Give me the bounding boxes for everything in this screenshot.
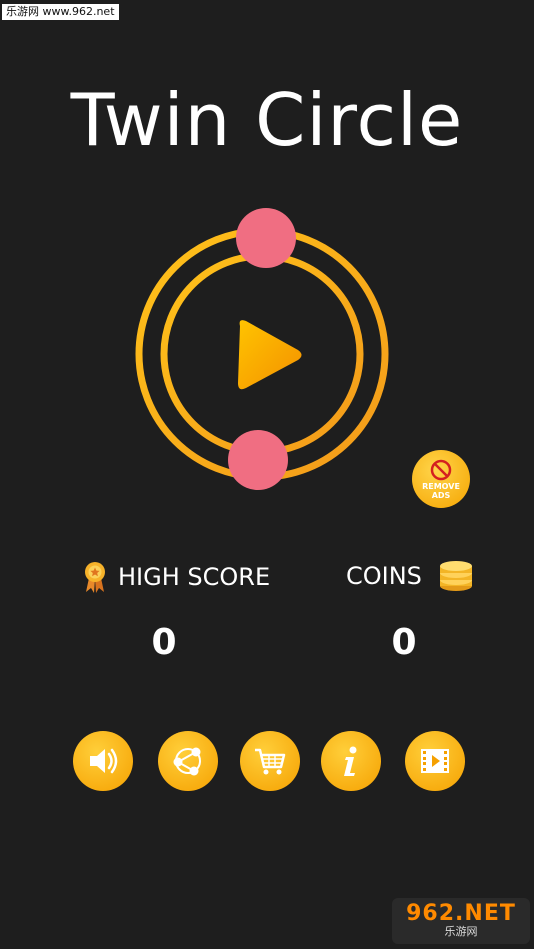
game-title: Twin Circle bbox=[70, 78, 464, 162]
video-button[interactable] bbox=[405, 731, 465, 791]
coins-value: 0 bbox=[391, 622, 417, 663]
cart-icon bbox=[255, 748, 286, 775]
bottom-dot bbox=[228, 430, 288, 490]
sound-button[interactable] bbox=[73, 731, 133, 791]
high-score-label: HIGH SCORE bbox=[118, 563, 271, 591]
coins-label-group: COINS bbox=[346, 560, 474, 592]
coins-stack-icon bbox=[439, 561, 472, 591]
video-icon bbox=[421, 749, 449, 773]
share-button[interactable] bbox=[158, 731, 218, 791]
info-icon bbox=[344, 746, 357, 776]
sound-icon bbox=[90, 748, 118, 774]
award-ribbon-icon bbox=[85, 562, 105, 593]
coins-label: COINS bbox=[346, 562, 422, 590]
play-button[interactable] bbox=[238, 320, 302, 390]
high-score-label-group: HIGH SCORE bbox=[82, 560, 270, 594]
watermark-brand: 962.NET bbox=[406, 901, 516, 926]
remove-ads-label-2: ADS bbox=[431, 491, 451, 500]
high-score-value: 0 bbox=[151, 622, 177, 663]
remove-ads-button[interactable]: REMOVE ADS bbox=[412, 450, 470, 508]
shop-button[interactable] bbox=[240, 731, 300, 791]
share-icon bbox=[173, 747, 201, 776]
twin-circle-graphic bbox=[135, 208, 389, 490]
no-ads-icon bbox=[430, 459, 452, 481]
watermark-sub: 乐游网 bbox=[444, 925, 478, 938]
play-icon bbox=[238, 320, 302, 390]
watermark-bottom: 962.NET 乐游网 bbox=[392, 898, 530, 944]
watermark-top: 乐游网 www.962.net bbox=[2, 4, 119, 20]
top-dot bbox=[236, 208, 296, 268]
remove-ads-label-1: REMOVE bbox=[422, 482, 460, 491]
info-button[interactable] bbox=[321, 731, 381, 791]
